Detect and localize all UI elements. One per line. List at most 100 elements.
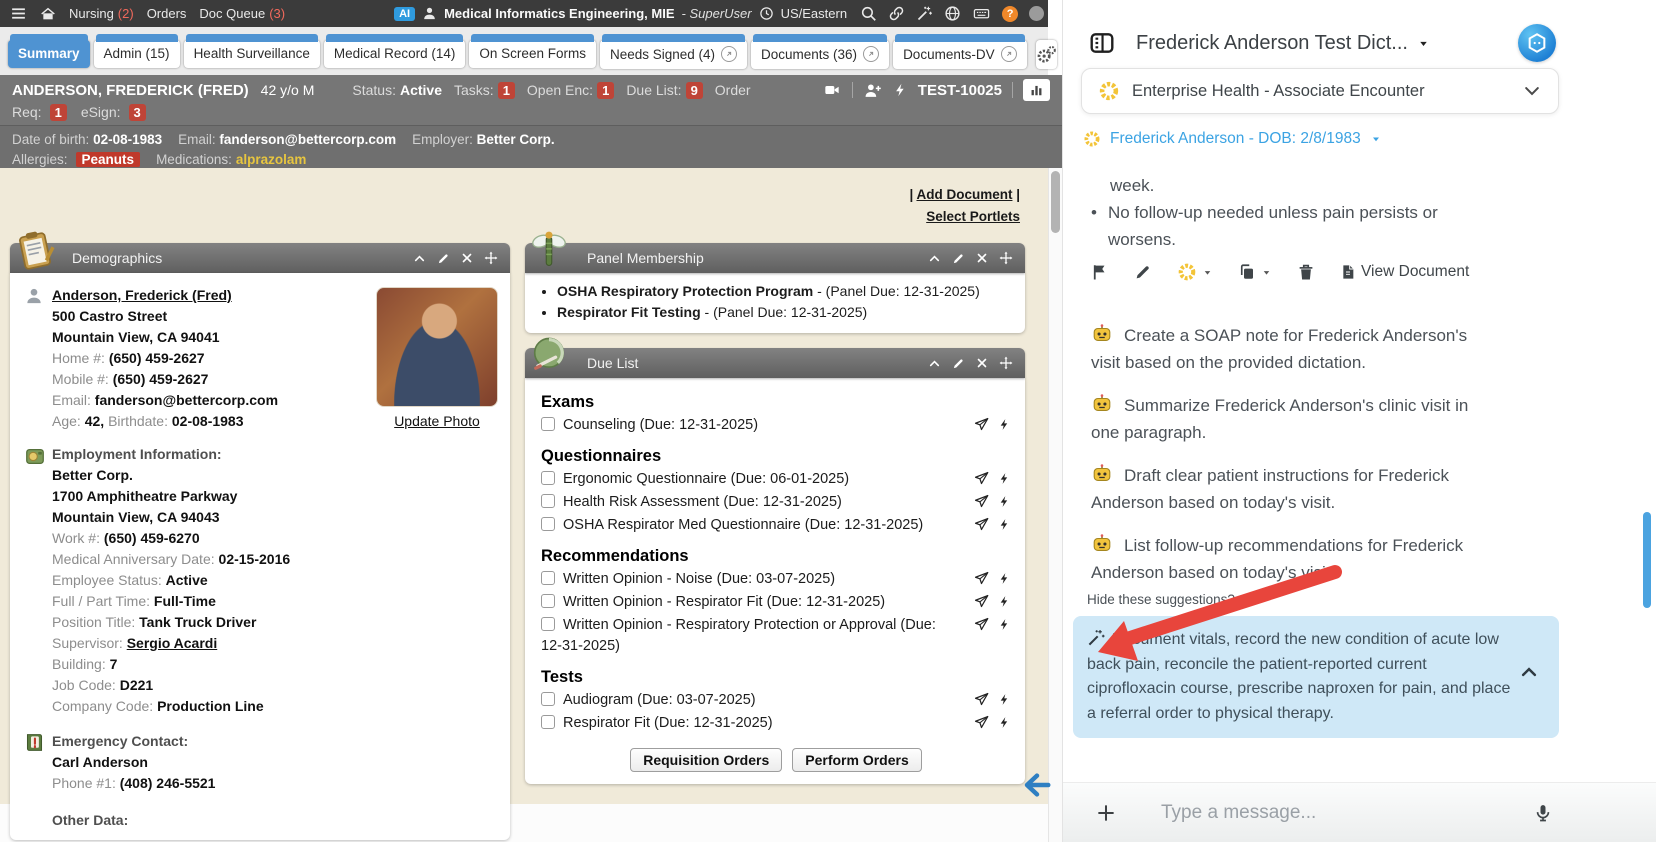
close-icon[interactable] (461, 252, 473, 264)
checkbox[interactable] (541, 417, 555, 431)
close-icon[interactable] (976, 252, 988, 264)
checkbox[interactable] (541, 594, 555, 608)
copy-menu[interactable] (1238, 263, 1272, 281)
send-icon[interactable] (974, 517, 989, 532)
select-portlets-link[interactable]: Select Portlets (926, 209, 1020, 224)
allergy-badge[interactable]: Peanuts (76, 152, 141, 167)
tasks-badge[interactable]: 1 (498, 82, 515, 99)
lightning-icon[interactable] (998, 617, 1011, 632)
view-document-button[interactable]: View Document (1340, 263, 1469, 281)
perform-orders-button[interactable]: Perform Orders (792, 748, 921, 772)
demographics-header[interactable]: Demographics (10, 243, 510, 273)
collapse-icon[interactable] (928, 357, 941, 370)
tab-health-surveillance[interactable]: Health Surveillance (184, 40, 320, 68)
popout-icon[interactable] (721, 46, 737, 62)
collapse-panel-arrow-icon[interactable] (1022, 770, 1052, 800)
checkbox[interactable] (541, 571, 555, 585)
scrollbar-thumb[interactable] (1051, 171, 1060, 233)
home-icon[interactable] (40, 6, 56, 22)
send-icon[interactable] (974, 617, 989, 632)
lightning-icon[interactable] (998, 494, 1011, 509)
send-icon[interactable] (974, 594, 989, 609)
tab-medical-record[interactable]: Medical Record (14) (324, 40, 466, 68)
req-badge[interactable]: 1 (50, 104, 67, 121)
trash-icon[interactable] (1297, 263, 1315, 281)
search-icon[interactable] (860, 5, 877, 22)
suggestion-item[interactable]: Summarize Frederick Anderson's clinic vi… (1091, 392, 1485, 446)
nav-doc-queue[interactable]: Doc Queue(3) (199, 6, 285, 21)
hide-suggestions-link[interactable]: Hide these suggestions? (1087, 592, 1235, 607)
send-icon[interactable] (974, 494, 989, 509)
edit-icon[interactable] (437, 252, 450, 265)
attach-plus-icon[interactable] (1095, 802, 1117, 824)
tab-on-screen-forms[interactable]: On Screen Forms (469, 40, 596, 68)
checkbox[interactable] (541, 494, 555, 508)
lightning-icon[interactable] (998, 715, 1011, 730)
move-icon[interactable] (999, 356, 1013, 370)
add-person-icon[interactable] (863, 82, 883, 99)
menu-icon[interactable] (10, 5, 27, 22)
move-icon[interactable] (484, 251, 498, 265)
left-pane-scrollbar[interactable] (1048, 168, 1062, 842)
due-list-header[interactable]: Due List (525, 348, 1025, 378)
tab-documents[interactable]: Documents (36) (751, 40, 889, 69)
checkbox[interactable] (541, 715, 555, 729)
tab-needs-signed[interactable]: Needs Signed (4) (600, 40, 747, 69)
lightning-icon[interactable] (893, 82, 908, 98)
wand-icon[interactable] (916, 5, 933, 22)
edit-icon[interactable] (1134, 263, 1152, 281)
suggestion-item[interactable]: List follow-up recommendations for Frede… (1091, 532, 1485, 586)
send-icon[interactable] (974, 471, 989, 486)
chevron-up-icon[interactable] (1519, 662, 1539, 682)
collapse-icon[interactable] (413, 252, 426, 265)
send-icon[interactable] (974, 692, 989, 707)
chevron-down-icon[interactable] (1522, 81, 1542, 101)
checkbox[interactable] (541, 692, 555, 706)
lightning-icon[interactable] (998, 594, 1011, 609)
medication-value[interactable]: alprazolam (236, 152, 307, 167)
link-icon[interactable] (888, 5, 905, 22)
send-icon[interactable] (974, 417, 989, 432)
edit-icon[interactable] (952, 357, 965, 370)
open-enc-badge[interactable]: 1 (597, 82, 614, 99)
tab-summary[interactable]: Summary (8, 40, 90, 68)
collapse-icon[interactable] (928, 252, 941, 265)
popout-icon[interactable] (863, 46, 879, 62)
lightning-icon[interactable] (998, 471, 1011, 486)
edit-icon[interactable] (952, 252, 965, 265)
order-link[interactable]: Order (715, 82, 751, 98)
nav-nursing[interactable]: Nursing(2) (69, 6, 134, 21)
sun-menu[interactable] (1177, 262, 1213, 282)
tab-settings-button[interactable] (1036, 40, 1057, 69)
lightning-icon[interactable] (998, 692, 1011, 707)
checkbox[interactable] (541, 517, 555, 531)
encounter-selector[interactable]: Enterprise Health - Associate Encounter (1081, 68, 1559, 114)
esign-badge[interactable]: 3 (129, 104, 146, 121)
action-suggestion-card[interactable]: Document vitals, record the new conditio… (1073, 616, 1559, 738)
message-input[interactable] (1161, 802, 1533, 824)
checkbox[interactable] (541, 617, 555, 631)
add-document-link[interactable]: Add Document (916, 187, 1012, 202)
requisition-orders-button[interactable]: Requisition Orders (630, 748, 782, 772)
microphone-icon[interactable] (1533, 802, 1553, 824)
lightning-icon[interactable] (998, 517, 1011, 532)
popout-icon[interactable] (1001, 46, 1017, 62)
due-list-badge[interactable]: 9 (686, 82, 703, 99)
ai-badge[interactable]: AI (394, 7, 415, 21)
keyboard-icon[interactable] (972, 5, 991, 22)
globe-icon[interactable] (944, 5, 961, 22)
assistant-scrollbar-thumb[interactable] (1643, 512, 1651, 608)
send-icon[interactable] (974, 571, 989, 586)
suggestion-item[interactable]: Draft clear patient instructions for Fre… (1091, 462, 1485, 516)
nav-orders[interactable]: Orders (147, 6, 187, 21)
video-visit-icon[interactable] (822, 82, 842, 98)
move-icon[interactable] (999, 251, 1013, 265)
send-icon[interactable] (974, 715, 989, 730)
panel-toggle-icon[interactable] (1089, 30, 1115, 56)
panel-membership-header[interactable]: Panel Membership (525, 243, 1025, 273)
avatar[interactable] (1029, 6, 1044, 21)
suggestion-item[interactable]: Create a SOAP note for Frederick Anderso… (1091, 322, 1485, 376)
checkbox[interactable] (541, 471, 555, 485)
tab-documents-dv[interactable]: Documents-DV (893, 40, 1027, 69)
chart-stats-button[interactable] (1023, 79, 1050, 101)
